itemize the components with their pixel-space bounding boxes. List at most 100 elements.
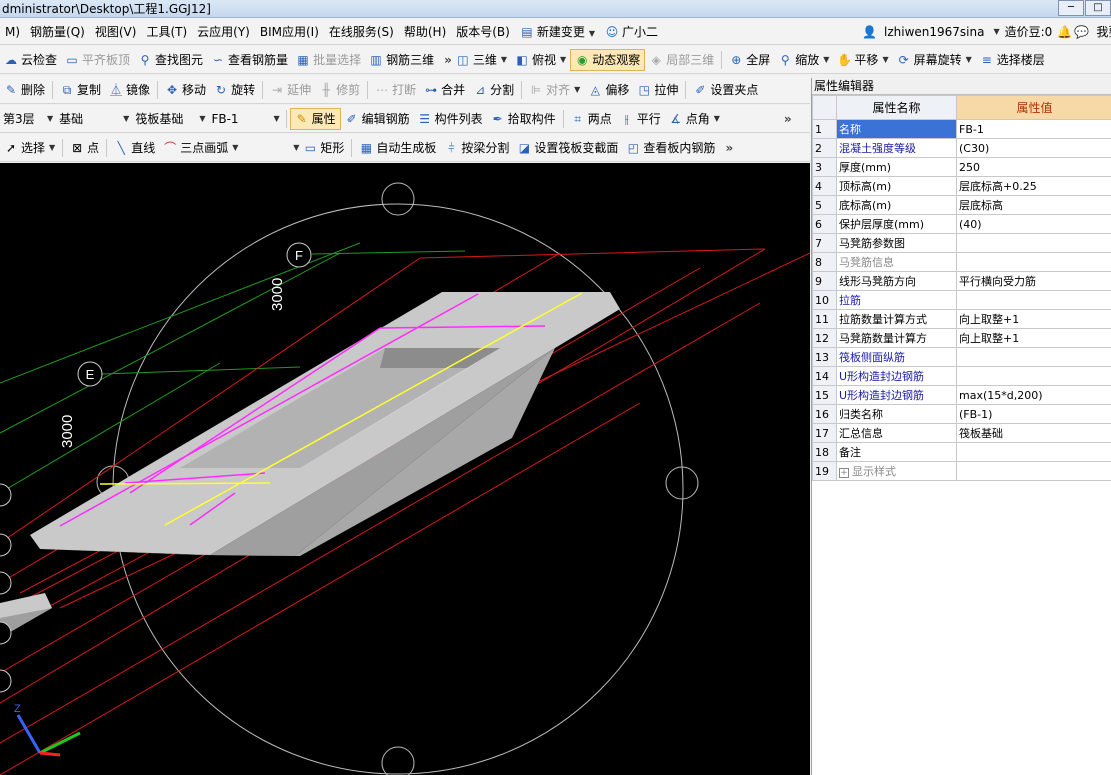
user-extra[interactable]: 我要 — [1091, 23, 1111, 40]
cloud-check-button[interactable]: ☁ 云检查 — [0, 49, 61, 71]
property-value[interactable]: 平行横向受力筋 — [956, 271, 1111, 291]
select-floor-button[interactable]: ≡ 选择楼层 — [976, 49, 1049, 71]
table-row[interactable]: 16 归类名称 (FB-1) — [812, 404, 1111, 424]
property-value[interactable] — [956, 366, 1111, 386]
property-value[interactable] — [956, 252, 1111, 272]
menu-item[interactable]: M) — [0, 25, 25, 39]
3d-scene[interactable]: F E 3000 3000 Z — [0, 163, 810, 775]
property-value[interactable]: (C30) — [956, 138, 1111, 158]
merge-button[interactable]: ⊶ 合并 — [420, 79, 469, 101]
table-row[interactable]: 10 拉筋 — [812, 290, 1111, 310]
local-3d-button[interactable]: ◈ 局部三维 — [645, 49, 718, 71]
property-value[interactable]: 向上取整+1 — [956, 328, 1111, 348]
orbit-button[interactable]: ◉ 动态观察 — [570, 48, 646, 71]
table-row[interactable]: 7 马凳筋参数图 — [812, 233, 1111, 253]
menu-help[interactable]: 帮助(H) — [399, 23, 451, 40]
axis-marker-f[interactable]: F — [286, 242, 312, 268]
more-chevron-icon[interactable]: » — [784, 112, 792, 126]
table-row[interactable]: 5 底标高(m) 层底标高 — [812, 195, 1111, 215]
auto-generate-slab-button[interactable]: ▦ 自动生成板 — [355, 137, 440, 159]
line-button[interactable]: ╲ 直线 — [110, 137, 159, 159]
type-select[interactable]: 基础 ▼ — [56, 109, 132, 129]
rectangle-button[interactable]: ▭ 矩形 — [299, 137, 348, 159]
3d-viewport[interactable]: F E 3000 3000 Z — [0, 163, 810, 775]
property-value[interactable] — [956, 233, 1111, 253]
rebar-3d-button[interactable]: ▥ 钢筋三维 — [365, 49, 438, 71]
property-value[interactable]: 层底标高 — [956, 195, 1111, 215]
menu-rebar-qty[interactable]: 钢筋量(Q) — [25, 23, 90, 40]
raft-slab[interactable] — [0, 292, 620, 638]
zoom-button[interactable]: ⚲ 缩放 ▼ — [774, 49, 833, 71]
more-chevron-icon[interactable]: » — [725, 141, 733, 155]
table-row[interactable]: 17 汇总信息 筏板基础 — [812, 423, 1111, 443]
property-value[interactable]: (FB-1) — [956, 404, 1111, 424]
property-value[interactable] — [956, 290, 1111, 310]
table-row[interactable]: 6 保护层厚度(mm) (40) — [812, 214, 1111, 234]
view-slab-rebar-button[interactable]: ◰ 查看板内钢筋 — [622, 137, 719, 159]
table-row[interactable]: 15 U形构造封边钢筋 max(15*d,200) — [812, 385, 1111, 405]
find-element-button[interactable]: ⚲ 查找图元 — [134, 49, 207, 71]
3d-button[interactable]: ◫ 三维 ▼ — [452, 49, 511, 71]
property-name[interactable]: + 显示样式 — [836, 461, 957, 481]
table-row[interactable]: 18 备注 — [812, 442, 1111, 462]
fullscreen-button[interactable]: ⊕ 全屏 — [725, 49, 774, 71]
component-list-button[interactable]: ☰ 构件列表 — [414, 108, 487, 130]
bell-icon[interactable]: 🔔 — [1057, 25, 1072, 39]
split-button[interactable]: ⊿ 分割 — [469, 79, 518, 101]
menu-online[interactable]: 在线服务(S) — [324, 23, 399, 40]
property-value[interactable]: 250 — [956, 157, 1111, 177]
maximize-button[interactable]: □ — [1085, 0, 1111, 16]
move-button[interactable]: ✥ 移动 — [161, 79, 210, 101]
table-row[interactable]: 13 筏板侧面纵筋 — [812, 347, 1111, 367]
screen-rotate-button[interactable]: ⟳ 屏幕旋转 ▼ — [893, 49, 976, 71]
delete-button[interactable]: ✎ 删除 — [0, 79, 49, 101]
top-view-button[interactable]: ◧ 俯视 ▼ — [511, 49, 570, 71]
floor-select[interactable]: 第3层 ▼ — [0, 109, 56, 129]
align-top-button[interactable]: ▭ 平齐板顶 — [61, 49, 134, 71]
point-angle-button[interactable]: ∡ 点角 ▼ — [665, 108, 724, 130]
stretch-button[interactable]: ◳ 拉伸 — [633, 79, 682, 101]
mirror-button[interactable]: ⏅ 镜像 — [105, 79, 154, 101]
property-value[interactable]: FB-1 — [956, 119, 1111, 139]
raft-variable-section-button[interactable]: ◪ 设置筏板变截面 — [513, 137, 622, 159]
extend-button[interactable]: ⇥ 延伸 — [266, 79, 315, 101]
property-value[interactable]: 向上取整+1 — [956, 309, 1111, 329]
table-row[interactable]: 14 U形构造封边钢筋 — [812, 366, 1111, 386]
table-row[interactable]: 9 线形马凳筋方向 平行横向受力筋 — [812, 271, 1111, 291]
two-point-button[interactable]: ⌗ 两点 — [567, 108, 616, 130]
table-row[interactable]: 3 厚度(mm) 250 — [812, 157, 1111, 177]
edit-rebar-button[interactable]: ✐ 编辑钢筋 — [341, 108, 414, 130]
table-row[interactable]: 2 混凝土强度等级 (C30) — [812, 138, 1111, 158]
menu-view[interactable]: 视图(V) — [90, 23, 142, 40]
menu-new-change[interactable]: ▤ 新建变更 ▼ — [515, 23, 600, 40]
table-row[interactable]: 1 名称 FB-1 — [812, 119, 1111, 139]
property-value[interactable] — [956, 461, 1111, 481]
axis-marker-e[interactable]: E — [77, 361, 103, 387]
orbit-handle-bottom[interactable] — [381, 746, 415, 775]
offset-button[interactable]: ◬ 偏移 — [584, 79, 633, 101]
expand-icon[interactable]: + — [839, 468, 849, 478]
table-row[interactable]: 4 顶标高(m) 层底标高+0.25 — [812, 176, 1111, 196]
menu-version[interactable]: 版本号(B) — [451, 23, 515, 40]
property-value[interactable] — [956, 347, 1111, 367]
table-row[interactable]: 8 马凳筋信息 — [812, 252, 1111, 272]
rotate-button[interactable]: ↻ 旋转 — [210, 79, 259, 101]
element-select[interactable]: FB-1 ▼ — [208, 109, 282, 129]
break-button[interactable]: ⋯ 打断 — [371, 79, 420, 101]
menu-cloud[interactable]: 云应用(Y) — [192, 23, 255, 40]
property-value[interactable] — [956, 442, 1111, 462]
minimize-button[interactable]: ─ — [1058, 0, 1084, 16]
chat-icon[interactable]: 💬 — [1074, 25, 1089, 39]
view-rebar-qty-button[interactable]: ∽ 查看钢筋量 — [207, 49, 292, 71]
select-button[interactable]: ➚ 选择 ▼ — [0, 137, 59, 159]
properties-button[interactable]: ✎ 属性 — [289, 107, 341, 130]
property-value[interactable]: max(15*d,200) — [956, 385, 1111, 405]
orbit-handle-top[interactable] — [381, 182, 415, 216]
batch-select-button[interactable]: ▦ 批量选择 — [292, 49, 365, 71]
property-value[interactable]: (40) — [956, 214, 1111, 234]
copy-button[interactable]: ⧉ 复制 — [56, 79, 105, 101]
table-row[interactable]: 12 马凳筋数量计算方 向上取整+1 — [812, 328, 1111, 348]
align-button[interactable]: ⊫ 对齐 ▼ — [525, 79, 584, 101]
split-by-beam-button[interactable]: ⫩ 按梁分割 — [440, 137, 513, 159]
subtype-select[interactable]: 筏板基础 ▼ — [132, 109, 208, 129]
